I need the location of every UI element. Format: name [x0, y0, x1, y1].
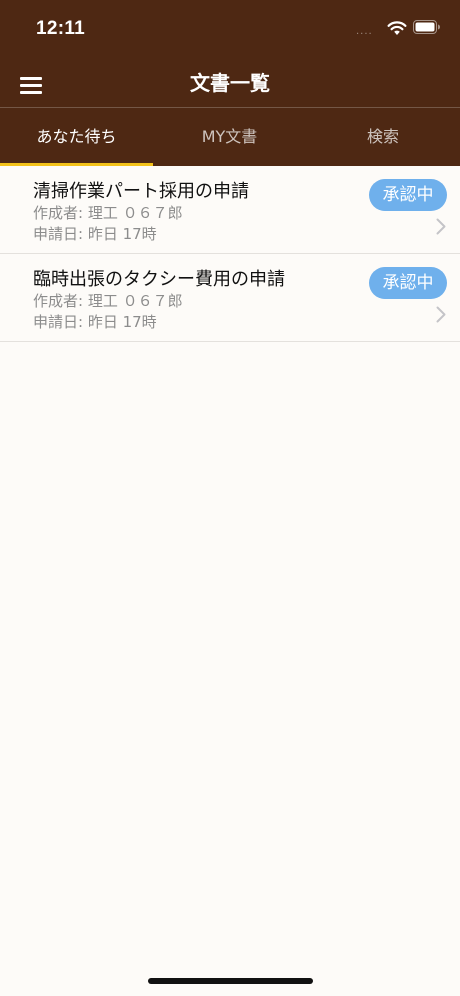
status-badge: 承認中	[369, 267, 447, 299]
status-bar: 12:11 ....	[0, 0, 460, 56]
page-title: 文書一覧	[190, 71, 270, 95]
home-indicator[interactable]	[148, 978, 313, 984]
wifi-icon	[387, 21, 407, 35]
document-title: 臨時出張のタクシー費用の申請	[33, 269, 285, 290]
status-badge: 承認中	[369, 179, 447, 211]
document-author: 作成者: 理工 ０６７郎	[33, 204, 183, 222]
signal-dots: ....	[356, 26, 373, 37]
document-author: 作成者: 理工 ０６７郎	[33, 292, 183, 310]
document-date: 申請日: 昨日 17時	[33, 313, 157, 331]
tab-search[interactable]: 検索	[306, 108, 460, 166]
chevron-right-icon	[436, 306, 446, 323]
tab-bar: あなた待ち MY文書 検索	[0, 108, 460, 166]
tab-waiting-for-you[interactable]: あなた待ち	[0, 108, 153, 166]
document-row[interactable]: 清掃作業パート採用の申請 作成者: 理工 ０６７郎 申請日: 昨日 17時 承認…	[0, 166, 460, 254]
document-row[interactable]: 臨時出張のタクシー費用の申請 作成者: 理工 ０６７郎 申請日: 昨日 17時 …	[0, 254, 460, 342]
chevron-right-icon	[436, 218, 446, 235]
document-title: 清掃作業パート採用の申請	[33, 181, 249, 202]
battery-icon	[413, 20, 440, 34]
status-time: 12:11	[36, 18, 86, 39]
document-list: 清掃作業パート採用の申請 作成者: 理工 ０６７郎 申請日: 昨日 17時 承認…	[0, 166, 460, 342]
tab-my-documents[interactable]: MY文書	[153, 108, 306, 166]
document-date: 申請日: 昨日 17時	[33, 225, 157, 243]
app-header: 12:11 .... 文書一覧 あなた待ち MY文書 検索	[0, 0, 460, 166]
